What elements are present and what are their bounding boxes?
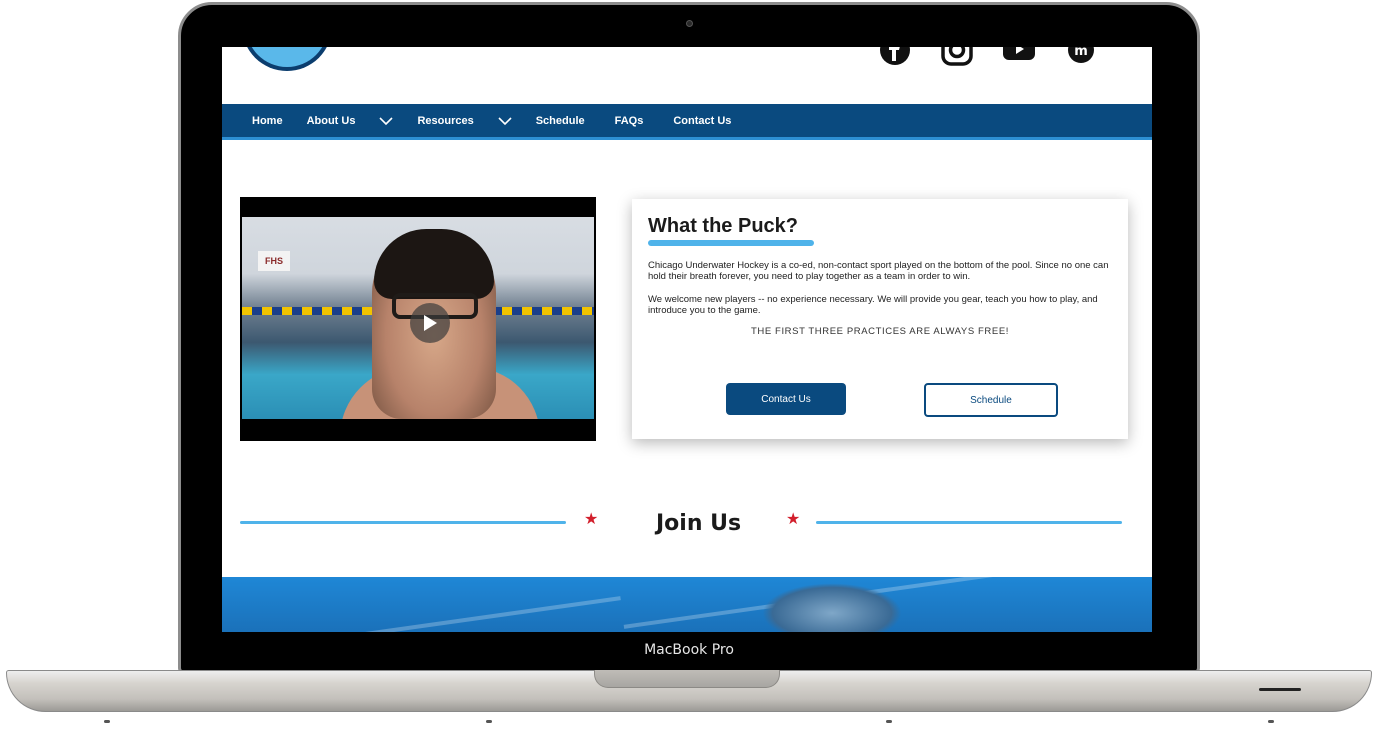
- nav-schedule[interactable]: Schedule: [536, 115, 585, 127]
- join-us-divider: ★ Join Us ★: [240, 507, 1124, 547]
- site-logo[interactable]: [242, 47, 332, 71]
- nav-contact-us[interactable]: Contact Us: [673, 115, 731, 127]
- nav-resources[interactable]: Resources: [417, 115, 512, 127]
- free-practices-note: THE FIRST THREE PRACTICES ARE ALWAYS FRE…: [751, 326, 1009, 337]
- divider-line-right: [816, 521, 1122, 524]
- device-label: MacBook Pro: [644, 642, 734, 658]
- pool-lane-stripe: [323, 596, 621, 632]
- youtube-icon[interactable]: [1002, 47, 1036, 65]
- video-thumbnail: FHS: [242, 217, 594, 419]
- nav-home[interactable]: Home: [252, 115, 283, 127]
- underwater-banner-image: [222, 577, 1152, 632]
- meetup-icon[interactable]: m: [1064, 47, 1098, 65]
- chevron-down-icon[interactable]: [379, 116, 394, 126]
- schedule-button[interactable]: Schedule: [924, 383, 1058, 417]
- chevron-down-icon[interactable]: [498, 116, 512, 126]
- contact-us-button[interactable]: Contact Us: [726, 383, 846, 415]
- social-links: m: [878, 47, 1098, 69]
- website-screen: m Home About Us Resources Schedule FAQs …: [222, 47, 1152, 632]
- title-underline: [648, 240, 814, 246]
- nav-faqs[interactable]: FAQs: [615, 115, 644, 127]
- video-sign: FHS: [258, 251, 290, 271]
- diver-silhouette: [762, 583, 902, 632]
- nav-about-us[interactable]: About Us: [307, 115, 394, 127]
- laptop-foot: [486, 720, 492, 723]
- svg-text:m: m: [1074, 47, 1088, 59]
- webcam-icon: [686, 20, 693, 27]
- card-paragraph-1: Chicago Underwater Hockey is a co-ed, no…: [648, 260, 1109, 282]
- laptop-foot: [886, 720, 892, 723]
- what-the-puck-card: What the Puck? Chicago Underwater Hockey…: [632, 199, 1128, 439]
- star-icon: ★: [786, 509, 801, 528]
- person-hair: [374, 229, 494, 299]
- card-actions: Contact Us Schedule: [726, 383, 1060, 417]
- laptop-notch: [594, 670, 780, 688]
- laptop-slot: [1259, 688, 1301, 691]
- intro-video[interactable]: FHS: [240, 197, 596, 441]
- instagram-icon[interactable]: [940, 47, 974, 66]
- star-icon: ★: [584, 509, 599, 528]
- laptop-foot: [104, 720, 110, 723]
- facebook-icon[interactable]: [878, 47, 912, 65]
- join-us-heading: Join Us: [656, 511, 742, 536]
- divider-line-left: [240, 521, 566, 524]
- card-title: What the Puck?: [648, 215, 799, 237]
- card-paragraph-2: We welcome new players -- no experience …: [648, 294, 1098, 316]
- main-nav: Home About Us Resources Schedule FAQs Co…: [222, 104, 1152, 140]
- play-icon[interactable]: [410, 303, 450, 343]
- laptop-foot: [1268, 720, 1274, 723]
